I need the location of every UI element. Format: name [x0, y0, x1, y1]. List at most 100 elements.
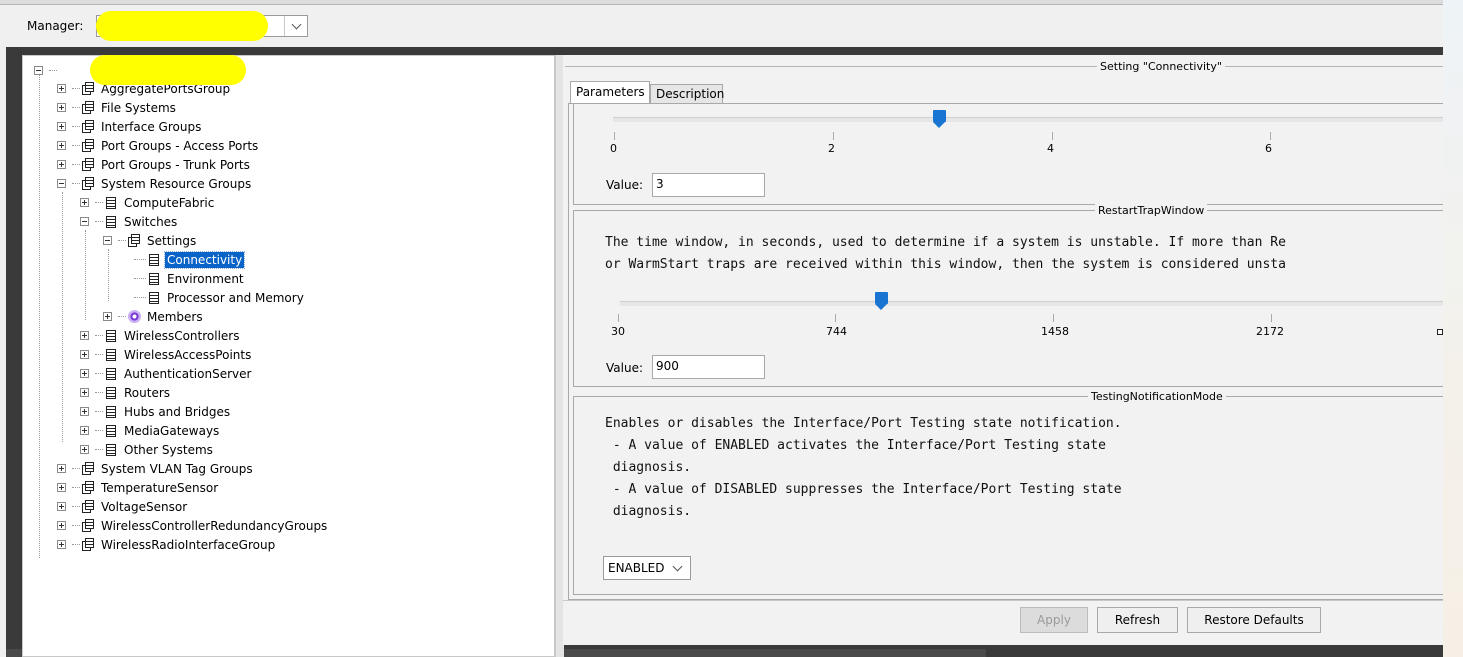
tree-item-system-resource-groups[interactable]: System Resource Groups — [57, 174, 253, 193]
tree-item-hubs-bridges[interactable]: Hubs and Bridges — [80, 402, 232, 421]
testingnotificationmode-dropdown[interactable]: ENABLED — [603, 556, 691, 580]
tree-item-file-systems[interactable]: File Systems — [57, 98, 178, 117]
tree-panel[interactable]: AggregatePortsGroup File Systems Interfa… — [22, 55, 555, 657]
testingnotificationmode-title: TestingNotificationMode — [1088, 390, 1226, 403]
testingnotificationmode-description: Enables or disables the Interface/Port T… — [605, 416, 1122, 431]
tree-connector — [108, 249, 109, 301]
restarttrapwindow-slider-thumb[interactable] — [875, 292, 888, 310]
document-icon — [105, 443, 117, 456]
tree-item-other-systems[interactable]: Other Systems — [80, 440, 215, 459]
expand-icon[interactable] — [80, 445, 89, 454]
tree-item-label: Interface Groups — [101, 119, 202, 134]
tree-item-computefabric[interactable]: ComputeFabric — [80, 193, 216, 212]
members-icon — [128, 310, 141, 323]
restarttrapwindow-tick-label: 2172 — [1256, 325, 1284, 338]
expand-icon[interactable] — [57, 521, 66, 530]
resize-handle[interactable] — [1437, 329, 1443, 335]
param1-slider-track[interactable] — [613, 117, 1443, 122]
tree-item-temperaturesensor[interactable]: TemperatureSensor — [57, 478, 220, 497]
collapse-icon[interactable] — [103, 236, 112, 245]
testingnotificationmode-description: diagnosis. — [605, 460, 692, 475]
tree-item-wirelesscontrollers[interactable]: WirelessControllers — [80, 326, 242, 345]
restarttrapwindow-value-field[interactable]: 900 — [652, 355, 765, 379]
tree-item-label: WirelessAccessPoints — [124, 347, 252, 362]
expand-icon[interactable] — [57, 122, 66, 131]
testingnotificationmode-selected: ENABLED — [608, 561, 665, 575]
expand-icon[interactable] — [57, 84, 66, 93]
apply-button[interactable]: Apply — [1020, 607, 1088, 633]
tree-item-switches[interactable]: Switches — [80, 212, 179, 231]
tree-item-routers[interactable]: Routers — [80, 383, 172, 402]
document-icon — [105, 386, 117, 399]
collapse-icon[interactable] — [80, 217, 89, 226]
expand-icon[interactable] — [57, 464, 66, 473]
param1-value-field[interactable]: 3 — [652, 173, 765, 197]
tree-item-label: Port Groups - Access Ports — [101, 138, 259, 153]
restarttrapwindow-tick-label: 744 — [826, 325, 847, 338]
tree-item-settings[interactable]: Settings — [103, 231, 198, 250]
param1-tick-label: 6 — [1265, 142, 1272, 155]
expand-icon[interactable] — [80, 407, 89, 416]
restarttrapwindow-tick-label: 1458 — [1041, 325, 1069, 338]
tree-item-label-selected: Connectivity — [163, 250, 246, 269]
expand-icon[interactable] — [80, 388, 89, 397]
expand-icon[interactable] — [57, 141, 66, 150]
restore-defaults-button[interactable]: Restore Defaults — [1187, 607, 1321, 633]
expand-icon[interactable] — [80, 198, 89, 207]
tree-item-interface-groups[interactable]: Interface Groups — [57, 117, 203, 136]
tree-item-voltagesensor[interactable]: VoltageSensor — [57, 497, 189, 516]
setting-title: Setting "Connectivity" — [1097, 60, 1225, 73]
tree-item-label: AuthenticationServer — [124, 366, 252, 381]
expand-icon[interactable] — [80, 350, 89, 359]
tree-item-port-groups-trunk[interactable]: Port Groups - Trunk Ports — [57, 155, 252, 174]
expand-icon[interactable] — [57, 502, 66, 511]
tree-item-label: File Systems — [101, 100, 176, 115]
expand-icon[interactable] — [57, 540, 66, 549]
document-icon — [105, 405, 117, 418]
tree-connector — [39, 75, 40, 558]
group-icon — [128, 234, 140, 247]
tree-item-label: Switches — [124, 214, 178, 229]
expand-icon[interactable] — [57, 103, 66, 112]
tree-item-authenticationserver[interactable]: AuthenticationServer — [80, 364, 253, 383]
refresh-button[interactable]: Refresh — [1097, 607, 1178, 633]
tree-item-processor-memory[interactable]: Processor and Memory — [119, 288, 306, 307]
expand-icon[interactable] — [103, 312, 112, 321]
restarttrapwindow-description: or WarmStart traps are received within t… — [605, 257, 1286, 272]
tree-connector — [62, 192, 63, 442]
tree-item-environment[interactable]: Environment — [119, 269, 246, 288]
tree-item-wirelessaccesspoints[interactable]: WirelessAccessPoints — [80, 345, 253, 364]
param1-slider-thumb[interactable] — [933, 110, 946, 128]
testingnotificationmode-description: diagnosis. — [605, 504, 692, 519]
expand-icon[interactable] — [57, 483, 66, 492]
tree-item-connectivity[interactable]: Connectivity — [119, 250, 246, 269]
expand-icon[interactable] — [57, 160, 66, 169]
group-icon — [82, 139, 94, 152]
tree-item-label: WirelessRadioInterfaceGroup — [101, 537, 276, 552]
expand-icon[interactable] — [80, 369, 89, 378]
tree-item-port-groups-access[interactable]: Port Groups - Access Ports — [57, 136, 260, 155]
parameters-scroll-area[interactable]: 0 2 4 6 Value: 3 RestartTrapWindow The t… — [568, 103, 1443, 600]
tree-item-members[interactable]: Members — [103, 307, 205, 326]
tree-item-wirelesscontrollerredundancygroups[interactable]: WirelessControllerRedundancyGroups — [57, 516, 329, 535]
collapse-icon[interactable] — [34, 66, 43, 75]
expand-icon[interactable] — [80, 426, 89, 435]
tab-description[interactable]: Description — [650, 84, 724, 103]
tree-item-label: VoltageSensor — [101, 499, 188, 514]
tree-item-label: Processor and Memory — [167, 290, 304, 305]
collapse-icon[interactable] — [57, 179, 66, 188]
testingnotificationmode-description: - A value of ENABLED activates the Inter… — [605, 438, 1106, 453]
tree-root[interactable] — [34, 61, 63, 80]
chevron-down-icon[interactable] — [284, 16, 307, 36]
tab-parameters[interactable]: Parameters — [570, 81, 650, 103]
desktop-background — [1443, 0, 1463, 657]
tree-item-system-vlan-tag-groups[interactable]: System VLAN Tag Groups — [57, 459, 255, 478]
restarttrapwindow-tick-label: 30 — [611, 325, 625, 338]
group-icon — [82, 500, 94, 513]
group-icon — [82, 538, 94, 551]
tree-item-mediagateways[interactable]: MediaGateways — [80, 421, 221, 440]
restarttrapwindow-slider-track[interactable] — [620, 301, 1443, 306]
tree-item-wirelessradiointerfacegroup[interactable]: WirelessRadioInterfaceGroup — [57, 535, 277, 554]
expand-icon[interactable] — [80, 331, 89, 340]
tree-root-label — [59, 70, 63, 72]
